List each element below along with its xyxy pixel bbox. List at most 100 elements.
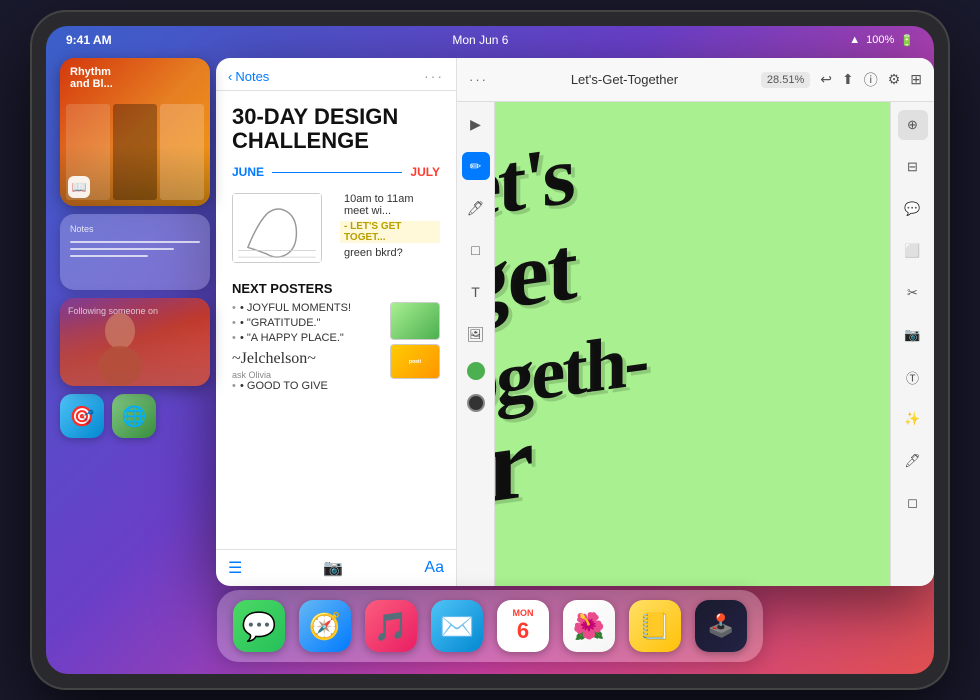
dock: 💬 🧭 🎵 ✉️ MON 6 🌺 📒: [217, 590, 763, 662]
notes-format-icon[interactable]: Aa: [424, 559, 444, 577]
safari-icon: 🧭: [309, 611, 341, 642]
ipad-frame: 9:41 AM Mon Jun 6 ▲ 100% 🔋 Rhythm and Bl…: [30, 10, 950, 690]
layers-tool[interactable]: ⊕: [898, 110, 928, 140]
color-black[interactable]: [467, 394, 485, 412]
poster-thumb-1: [390, 302, 440, 340]
poster-thumbnails: posti: [390, 302, 440, 395]
drawing-left-header-icons: ···: [469, 72, 488, 87]
gear-icon[interactable]: ⚙: [888, 71, 901, 88]
photo-widget[interactable]: Following someone on: [60, 298, 210, 386]
grid-icon[interactable]: ⊞: [910, 71, 922, 88]
wifi-icon: ▲: [849, 34, 860, 46]
note-line-1: [70, 241, 200, 243]
notes-list-icon[interactable]: ☰: [228, 558, 242, 578]
effects-tool[interactable]: ✨: [898, 404, 928, 434]
note-from: ask Olivia: [232, 370, 384, 380]
green-note: green bkrd?: [340, 247, 440, 259]
svg-text:get: get: [495, 220, 582, 336]
grid-lines-tool[interactable]: ⊟: [898, 152, 928, 182]
note-sketch-box: [232, 193, 322, 263]
cursor-tool[interactable]: ▶: [462, 110, 490, 138]
image-tool[interactable]: 🖼: [462, 320, 490, 348]
posters-area: • JOYFUL MOMENTS! • "GRATITUDE." • "A HA…: [232, 302, 440, 395]
dock-music[interactable]: 🎵: [365, 600, 417, 652]
battery-label: 100%: [866, 34, 894, 46]
notes-menu-dots[interactable]: ···: [424, 68, 444, 84]
drawing-zoom[interactable]: 28.51%: [761, 72, 810, 88]
notes-back-label: Notes: [235, 69, 269, 84]
drawing-right-header-icons: ↩ ⬆ ⓘ ⚙ ⊞: [820, 70, 922, 90]
poster-list: • JOYFUL MOMENTS! • "GRATITUDE." • "A HA…: [232, 302, 384, 395]
status-icons: ▲ 100% 🔋: [849, 34, 914, 47]
timeline-line: [272, 172, 402, 174]
app-icon-2[interactable]: 🌐: [112, 394, 156, 438]
dock-photos[interactable]: 🌺: [563, 600, 615, 652]
ipad-screen: 9:41 AM Mon Jun 6 ▲ 100% 🔋 Rhythm and Bl…: [46, 26, 934, 674]
notes-back-button[interactable]: ‹ Notes: [228, 69, 269, 84]
next-posters-title: NEXT POSTERS: [232, 281, 440, 296]
svg-text:er: er: [495, 406, 536, 535]
drawing-canvas[interactable]: let's get togeth- er let's get toget: [495, 102, 890, 586]
pen-tool-btn[interactable]: ✏: [462, 152, 490, 180]
app-icon-1[interactable]: 🎯: [60, 394, 104, 438]
notes-camera-icon[interactable]: 📷: [323, 558, 343, 578]
camera-tool[interactable]: 📷: [898, 320, 928, 350]
rhythm-app-badge: 📖: [68, 176, 90, 198]
dock-notes[interactable]: 📒: [629, 600, 681, 652]
artwork-svg: let's get togeth- er let's get toget: [495, 102, 890, 586]
typography-tool[interactable]: Ⓣ: [898, 362, 928, 392]
comment-tool[interactable]: 💬: [898, 194, 928, 224]
notes-panel: ‹ Notes ··· 30-DAY DESIGN CHALLENGE JUNE…: [216, 58, 456, 586]
dock-calendar[interactable]: MON 6: [497, 600, 549, 652]
battery-icon: 🔋: [900, 34, 914, 47]
mail-icon: ✉️: [440, 610, 475, 643]
shape-tool[interactable]: □: [462, 236, 490, 264]
dock-safari[interactable]: 🧭: [299, 600, 351, 652]
share-icon[interactable]: ⬆: [842, 71, 854, 88]
timeline-end: JULY: [410, 165, 440, 179]
calendar-day: 6: [517, 618, 529, 644]
app-icons-row: 🎯 🌐: [60, 394, 210, 438]
dock-messages[interactable]: 💬: [233, 600, 285, 652]
dock-arcade[interactable]: 🕹️: [695, 600, 747, 652]
chevron-left-icon: ‹: [228, 69, 232, 84]
drawing-title: Let's-Get-Together: [498, 72, 751, 87]
notes-lines-area: 10am to 11am meet wi... - LET'S GET TOGE…: [340, 193, 440, 271]
pencil-tool[interactable]: 🖊: [462, 194, 490, 222]
challenge-title: 30-DAY DESIGN CHALLENGE: [232, 105, 440, 153]
timeline-start: JUNE: [232, 165, 264, 179]
canvas-artwork: let's get togeth- er let's get toget: [495, 102, 890, 586]
three-dots-icon[interactable]: ···: [469, 72, 488, 87]
info-circle-icon[interactable]: ⓘ: [864, 70, 878, 90]
messages-icon: 💬: [242, 610, 277, 643]
rhythm-widget-text: Rhythm and Bl...: [70, 66, 113, 90]
eraser-tool[interactable]: ◻: [898, 488, 928, 518]
dock-mail[interactable]: ✉️: [431, 600, 483, 652]
vector-pen-tool[interactable]: 🖊: [898, 446, 928, 476]
frames-tool[interactable]: ⬜: [898, 236, 928, 266]
poster-thumb-2: posti: [390, 344, 440, 379]
signature: ~Jelchelson~: [232, 350, 384, 368]
calendar-month-label: MON: [513, 608, 534, 618]
left-apps-area: Rhythm and Bl... 📖 Notes: [60, 58, 210, 584]
rhythm-widget[interactable]: Rhythm and Bl... 📖: [60, 58, 210, 206]
text-tool[interactable]: T: [462, 278, 490, 306]
drawing-header: ··· Let's-Get-Together 28.51% ↩ ⬆ ⓘ ⚙ ⊞: [457, 58, 934, 102]
note-line-2: [70, 248, 174, 250]
scissors-tool[interactable]: ✂: [898, 278, 928, 308]
music-icon: 🎵: [374, 610, 409, 643]
notes-widget-label: Notes: [70, 224, 200, 234]
undo-icon[interactable]: ↩: [820, 71, 832, 88]
note-line-3: [70, 255, 148, 257]
time-note: 10am to 11am meet wi...: [340, 193, 440, 217]
status-bar: 9:41 AM Mon Jun 6 ▲ 100% 🔋: [46, 26, 934, 54]
color-green[interactable]: [467, 362, 485, 380]
sketch-svg: [233, 194, 321, 262]
drawing-body: ▶ ✏ 🖊 □ T 🖼: [457, 102, 934, 586]
drawing-right-toolbar: ⊕ ⊟ 💬 ⬜ ✂ 📷 Ⓣ ✨ 🖊 ◻: [890, 102, 934, 586]
person-silhouette: [80, 306, 160, 386]
timeline-row: JUNE JULY: [232, 165, 440, 179]
notes-small-widget[interactable]: Notes: [60, 214, 210, 290]
drawing-panel: ··· Let's-Get-Together 28.51% ↩ ⬆ ⓘ ⚙ ⊞: [456, 58, 934, 586]
poster-item-3: • "A HAPPY PLACE.": [232, 332, 384, 344]
